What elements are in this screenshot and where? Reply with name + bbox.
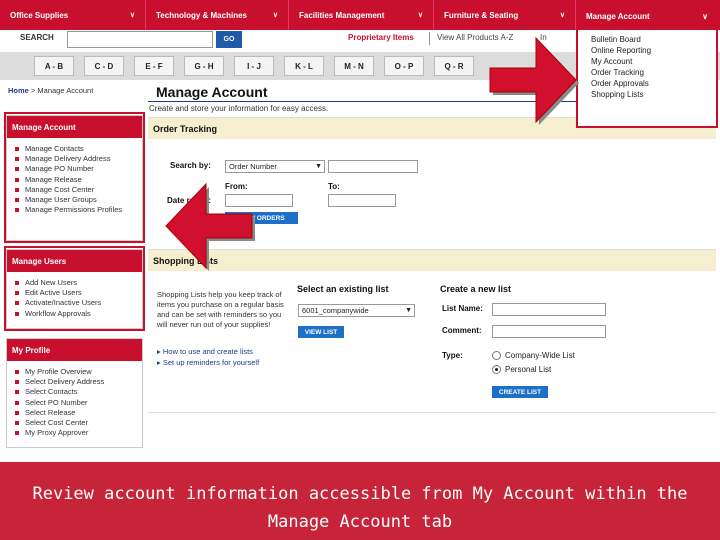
breadcrumb-current: Manage Account xyxy=(37,86,94,95)
nav-technology[interactable]: Technology & Machines ∨ xyxy=(146,0,289,30)
to-label: To: xyxy=(328,182,340,191)
nav-manage-account[interactable]: Manage Account ∨ xyxy=(578,2,716,30)
chevron-down-icon: ∨ xyxy=(129,12,135,19)
dropdown-item-order-approvals[interactable]: Order Approvals xyxy=(591,79,649,88)
create-list-button[interactable]: CREATE LIST xyxy=(492,386,548,398)
dropdown-item-my-account[interactable]: My Account xyxy=(591,57,632,66)
chevron-down-icon: ∨ xyxy=(417,12,423,19)
caption-banner: Review account information accessible fr… xyxy=(0,462,720,540)
arrow-icon xyxy=(489,36,579,125)
alpha-button[interactable]: E - F xyxy=(134,56,174,76)
go-button[interactable]: GO xyxy=(216,31,242,48)
search-input[interactable] xyxy=(67,31,213,48)
sidebar-item-select-contacts[interactable]: Select Contacts xyxy=(15,387,138,397)
company-wide-label: Company-Wide List xyxy=(505,351,575,360)
breadcrumb-home[interactable]: Home xyxy=(8,86,29,95)
list-name-label: List Name: xyxy=(442,304,483,313)
company-wide-radio[interactable] xyxy=(492,351,501,360)
sidebar-item-proxy-approver[interactable]: My Proxy Approver xyxy=(15,428,138,438)
chevron-down-icon: ∨ xyxy=(272,12,278,19)
personal-list-radio[interactable] xyxy=(492,365,501,374)
sidebar-heading: My Profile xyxy=(7,339,142,361)
comment-input[interactable] xyxy=(492,325,606,338)
shopping-lists-description: Shopping Lists help you keep track of it… xyxy=(157,290,284,329)
chevron-down-icon: ∨ xyxy=(559,12,565,19)
caption-line: Manage Account tab xyxy=(267,512,453,532)
highlight-box xyxy=(4,112,145,243)
alpha-button[interactable]: C - D xyxy=(84,56,124,76)
sidebar-my-profile: My Profile My Profile Overview Select De… xyxy=(6,338,143,448)
existing-list-heading: Select an existing list xyxy=(297,284,389,294)
reminders-link[interactable]: ▸ Set up reminders for yourself xyxy=(157,358,259,367)
search-value-input[interactable] xyxy=(328,160,418,173)
alpha-button[interactable]: K - L xyxy=(284,56,324,76)
nav-office-supplies[interactable]: Office Supplies ∨ xyxy=(0,0,146,30)
dropdown-item-order-tracking[interactable]: Order Tracking xyxy=(591,68,644,77)
sidebar-item-profile-overview[interactable]: My Profile Overview xyxy=(15,367,138,377)
search-by-select[interactable]: Order Number ▼ xyxy=(225,160,325,173)
breadcrumb: Home > Manage Account xyxy=(8,86,94,95)
to-date-input[interactable] xyxy=(328,194,396,207)
chevron-down-icon: ∨ xyxy=(702,11,708,21)
chevron-down-icon: ▼ xyxy=(405,307,412,314)
arrow-icon xyxy=(165,182,255,271)
dropdown-item-shopping-lists[interactable]: Shopping Lists xyxy=(591,90,643,99)
search-label: SEARCH xyxy=(20,33,54,42)
sidebar-item-select-delivery-address[interactable]: Select Delivery Address xyxy=(15,377,138,387)
sidebar-item-select-po-number[interactable]: Select PO Number xyxy=(15,398,138,408)
alpha-button[interactable]: A - B xyxy=(34,56,74,76)
new-list-heading: Create a new list xyxy=(440,284,512,294)
page-subtitle: Create and store your information for ea… xyxy=(149,104,329,113)
caption-line: Review account information accessible fr… xyxy=(32,484,688,504)
view-list-button[interactable]: VIEW LIST xyxy=(298,326,344,338)
divider xyxy=(429,32,430,45)
highlight-box xyxy=(4,246,145,331)
sidebar-item-select-cost-center[interactable]: Select Cost Center xyxy=(15,418,138,428)
search-by-label: Search by: xyxy=(170,161,211,170)
alpha-button[interactable]: M - N xyxy=(334,56,374,76)
proprietary-items-link[interactable]: Proprietary Items xyxy=(348,33,414,42)
how-to-link[interactable]: ▸ How to use and create lists xyxy=(157,347,253,356)
dropdown-item-online-reporting[interactable]: Online Reporting xyxy=(591,46,651,55)
divider xyxy=(148,412,716,413)
nav-facilities[interactable]: Facilities Management ∨ xyxy=(289,0,434,30)
chevron-down-icon: ▼ xyxy=(315,163,322,170)
page-title: Manage Account xyxy=(156,84,268,100)
alpha-button[interactable]: I - J xyxy=(234,56,274,76)
existing-list-select[interactable]: 6001_companywide ▼ xyxy=(298,304,415,317)
alpha-button[interactable]: G - H xyxy=(184,56,224,76)
type-label: Type: xyxy=(442,351,463,360)
alpha-button[interactable]: O - P xyxy=(384,56,424,76)
personal-list-label: Personal List xyxy=(505,365,552,374)
comment-label: Comment: xyxy=(442,326,482,335)
dropdown-item-bulletin-board[interactable]: Bulletin Board xyxy=(591,35,641,44)
list-name-input[interactable] xyxy=(492,303,606,316)
sidebar-item-select-release[interactable]: Select Release xyxy=(15,408,138,418)
alpha-button[interactable]: Q - R xyxy=(434,56,474,76)
